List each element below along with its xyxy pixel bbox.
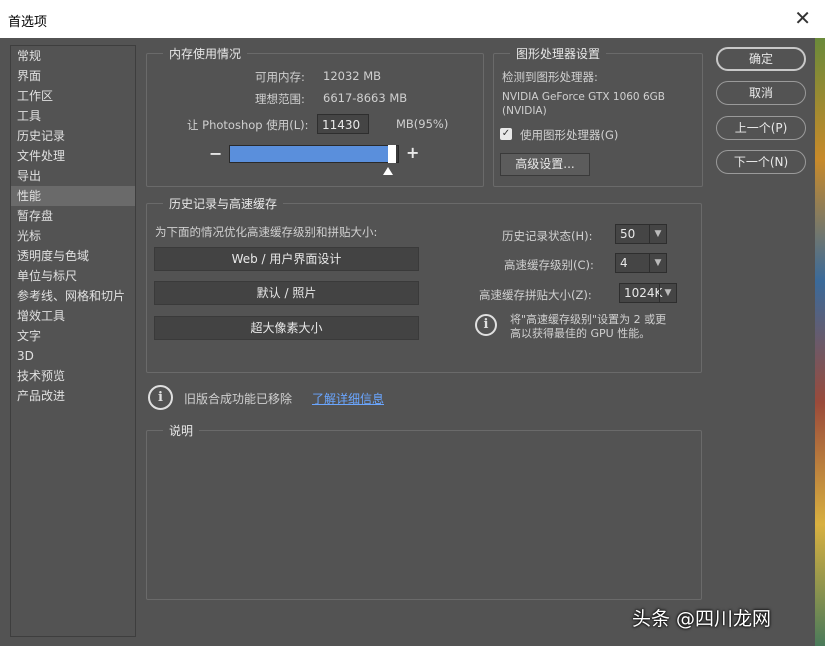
chevron-down-icon: ▼ bbox=[649, 254, 666, 272]
history-states-label: 历史记录状态(H): bbox=[502, 229, 593, 243]
cache-tip-line2: 高以获得最佳的 GPU 性能。 bbox=[510, 327, 651, 340]
background-strip bbox=[815, 38, 825, 646]
ideal-range-value: 6617-8663 MB bbox=[323, 91, 408, 105]
sidebar-item[interactable]: 产品改进 bbox=[11, 386, 135, 406]
history-cache-legend: 历史记录与高速缓存 bbox=[163, 195, 284, 212]
memory-percent-text: MB(95%) bbox=[396, 117, 449, 131]
previous-button[interactable]: 上一个(P) bbox=[716, 116, 806, 140]
info-icon: i bbox=[475, 314, 497, 336]
gpu-vendor: (NVIDIA) bbox=[502, 105, 547, 117]
sidebar-item[interactable]: 透明度与色域 bbox=[11, 246, 135, 266]
cache-tile-size-select[interactable]: 1024K ▼ bbox=[619, 283, 677, 303]
sidebar-item[interactable]: 单位与标尺 bbox=[11, 266, 135, 286]
cancel-button[interactable]: 取消 bbox=[716, 81, 806, 105]
sidebar-item[interactable]: 性能 bbox=[11, 186, 135, 206]
watermark: 头条 @四川龙网 bbox=[632, 608, 772, 630]
sidebar-item[interactable]: 常规 bbox=[11, 46, 135, 66]
cache-tile-size-value: 1024K bbox=[624, 286, 663, 300]
sidebar-item[interactable]: 光标 bbox=[11, 226, 135, 246]
gpu-name: NVIDIA GeForce GTX 1060 6GB bbox=[502, 91, 665, 103]
sidebar-item[interactable]: 3D bbox=[11, 346, 135, 366]
gpu-settings-legend: 图形处理器设置 bbox=[510, 45, 607, 62]
sidebar-item[interactable]: 暂存盘 bbox=[11, 206, 135, 226]
gpu-settings-group: 图形处理器设置 检测到图形处理器: NVIDIA GeForce GTX 106… bbox=[493, 45, 703, 187]
ok-button[interactable]: 确定 bbox=[716, 47, 806, 71]
memory-usage-input[interactable]: 11430 bbox=[317, 114, 369, 134]
cache-tile-size-label: 高速缓存拼贴大小(Z): bbox=[479, 288, 592, 302]
sidebar-item[interactable]: 工具 bbox=[11, 106, 135, 126]
title-bar: 首选项 ✕ bbox=[0, 0, 825, 38]
sidebar-item[interactable]: 历史记录 bbox=[11, 126, 135, 146]
memory-usage-fill bbox=[230, 146, 390, 162]
preferences-sidebar: 常规 界面 工作区 工具 历史记录 文件处理 导出 性能 暂存盘 光标 透明度与色域 单位与标尺 参考线… bbox=[10, 45, 136, 637]
cache-levels-label: 高速缓存级别(C): bbox=[504, 258, 594, 272]
use-gpu-checkbox[interactable]: ✓ bbox=[500, 128, 512, 140]
default-photo-button[interactable]: 默认 / 照片 bbox=[154, 281, 419, 305]
window-title: 首选项 bbox=[8, 15, 48, 30]
sidebar-item[interactable]: 文字 bbox=[11, 326, 135, 346]
photoshop-use-label: 让 Photoshop 使用(L): bbox=[187, 118, 309, 132]
memory-usage-group: 内存使用情况 可用内存: 12032 MB 理想范围: 6617-8663 MB… bbox=[146, 45, 484, 187]
description-legend: 说明 bbox=[163, 422, 200, 439]
chevron-down-icon: ▼ bbox=[659, 284, 676, 302]
memory-usage-legend: 内存使用情况 bbox=[163, 45, 248, 62]
sidebar-item[interactable]: 工作区 bbox=[11, 86, 135, 106]
learn-more-link[interactable]: 了解详细信息 bbox=[312, 390, 384, 407]
close-icon[interactable]: ✕ bbox=[794, 6, 811, 30]
cache-levels-value: 4 bbox=[620, 256, 628, 270]
history-states-select[interactable]: 50 ▼ bbox=[615, 224, 667, 244]
sidebar-item[interactable]: 增效工具 bbox=[11, 306, 135, 326]
sidebar-item[interactable]: 文件处理 bbox=[11, 146, 135, 166]
sidebar-item[interactable]: 参考线、网格和切片 bbox=[11, 286, 135, 306]
available-memory-label: 可用内存: bbox=[255, 70, 305, 84]
sidebar-item[interactable]: 界面 bbox=[11, 66, 135, 86]
slider-thumb-icon[interactable] bbox=[383, 167, 393, 175]
web-ui-design-button[interactable]: Web / 用户界面设计 bbox=[154, 247, 419, 271]
sidebar-item[interactable]: 技术预览 bbox=[11, 366, 135, 386]
advanced-settings-button[interactable]: 高级设置... bbox=[500, 153, 590, 176]
chevron-down-icon: ▼ bbox=[649, 225, 666, 243]
info-icon: i bbox=[148, 385, 173, 410]
next-button[interactable]: 下一个(N) bbox=[716, 150, 806, 174]
ideal-range-label: 理想范围: bbox=[255, 92, 305, 106]
optimize-label: 为下面的情况优化高速缓存级别和拼贴大小: bbox=[155, 225, 378, 239]
memory-usage-slider[interactable] bbox=[229, 145, 399, 163]
available-memory-value: 12032 MB bbox=[323, 69, 382, 83]
history-cache-group: 历史记录与高速缓存 为下面的情况优化高速缓存级别和拼贴大小: Web / 用户界… bbox=[146, 195, 702, 373]
description-group: 说明 bbox=[146, 422, 702, 600]
plus-icon[interactable]: + bbox=[406, 143, 419, 162]
minus-icon[interactable]: − bbox=[209, 144, 222, 163]
cache-levels-select[interactable]: 4 ▼ bbox=[615, 253, 667, 273]
legacy-compositing-notice: 旧版合成功能已移除 bbox=[184, 392, 293, 406]
gpu-detected-label: 检测到图形处理器: bbox=[502, 70, 598, 84]
huge-pixel-button[interactable]: 超大像素大小 bbox=[154, 316, 419, 340]
memory-usage-handle[interactable] bbox=[388, 145, 396, 163]
sidebar-item[interactable]: 导出 bbox=[11, 166, 135, 186]
history-states-value: 50 bbox=[620, 227, 636, 241]
use-gpu-label: 使用图形处理器(G) bbox=[520, 128, 619, 142]
